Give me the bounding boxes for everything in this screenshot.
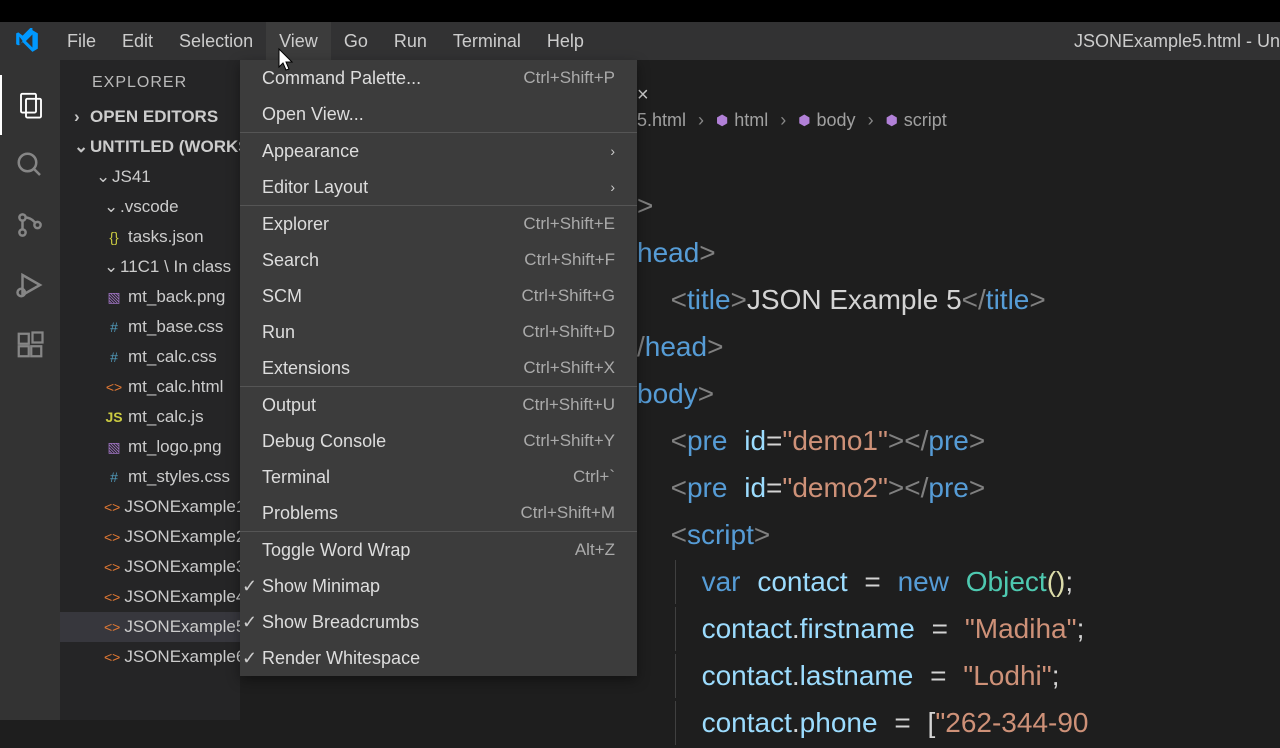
run-debug-icon[interactable] — [0, 255, 60, 315]
menu-terminal[interactable]: Terminal — [440, 22, 534, 60]
breadcrumb[interactable]: 5.html› ⬢html› ⬢body› ⬢script — [637, 60, 1280, 120]
menu-item-word-wrap[interactable]: Toggle Word WrapAlt+Z — [240, 532, 637, 568]
explorer-sidebar: EXPLORER ›OPEN EDITORS ⌄UNTITLED (WORKSP… — [60, 60, 240, 720]
extensions-icon[interactable] — [0, 315, 60, 375]
activity-bar — [0, 60, 60, 720]
menu-item-whitespace[interactable]: ✓Render Whitespace — [240, 640, 637, 676]
menu-go[interactable]: Go — [331, 22, 381, 60]
file-row[interactable]: #mt_styles.css — [60, 462, 240, 492]
menu-item-search[interactable]: SearchCtrl+Shift+F — [240, 242, 637, 278]
open-editors-section[interactable]: ›OPEN EDITORS — [60, 102, 240, 132]
file-row[interactable]: ▧mt_logo.png — [60, 432, 240, 462]
file-row[interactable]: <>JSONExample3 — [60, 552, 240, 582]
file-row[interactable]: ▧mt_back.png — [60, 282, 240, 312]
file-row[interactable]: #mt_calc.css — [60, 342, 240, 372]
file-row[interactable]: <>JSONExample5 — [60, 612, 240, 642]
menu-item-appearance[interactable]: Appearance› — [240, 133, 637, 169]
menu-file[interactable]: File — [54, 22, 109, 60]
source-control-icon[interactable] — [0, 195, 60, 255]
files-icon[interactable] — [0, 75, 60, 135]
folder-row[interactable]: ⌄11C1 \ In class — [60, 252, 240, 282]
menu-item-debug-console[interactable]: Debug ConsoleCtrl+Shift+Y — [240, 423, 637, 459]
view-menu-dropdown: Command Palette...Ctrl+Shift+P Open View… — [240, 60, 637, 676]
folder-row[interactable]: ⌄JS41 — [60, 162, 240, 192]
editor-area: × 5.html› ⬢html› ⬢body› ⬢script > head> … — [637, 60, 1280, 720]
window-title: JSONExample5.html - Un — [1074, 31, 1280, 52]
file-row[interactable]: JSmt_calc.js — [60, 402, 240, 432]
menu-bar: File Edit Selection View Go Run Terminal… — [0, 22, 1280, 60]
menu-item-output[interactable]: OutputCtrl+Shift+U — [240, 387, 637, 423]
menu-selection[interactable]: Selection — [166, 22, 266, 60]
menu-run[interactable]: Run — [381, 22, 440, 60]
file-row[interactable]: <>JSONExample2 — [60, 522, 240, 552]
file-row[interactable]: <>JSONExample4 — [60, 582, 240, 612]
menu-item-run[interactable]: RunCtrl+Shift+D — [240, 314, 637, 350]
menu-item-explorer[interactable]: ExplorerCtrl+Shift+E — [240, 206, 637, 242]
menu-edit[interactable]: Edit — [109, 22, 166, 60]
menu-item-minimap[interactable]: ✓Show Minimap — [240, 568, 637, 604]
search-icon[interactable] — [0, 135, 60, 195]
menu-view[interactable]: View — [266, 22, 331, 60]
file-row[interactable]: <>mt_calc.html — [60, 372, 240, 402]
menu-item-problems[interactable]: ProblemsCtrl+Shift+M — [240, 495, 637, 531]
menu-item-scm[interactable]: SCMCtrl+Shift+G — [240, 278, 637, 314]
menu-item-terminal[interactable]: TerminalCtrl+` — [240, 459, 637, 495]
vscode-logo — [0, 28, 54, 54]
sidebar-title: EXPLORER — [60, 60, 240, 102]
file-row[interactable]: #mt_base.css — [60, 312, 240, 342]
folder-row[interactable]: ⌄.vscode — [60, 192, 240, 222]
code-editor[interactable]: > head> <title>JSON Example 5</title> /h… — [637, 120, 1280, 748]
file-row[interactable]: {}tasks.json — [60, 222, 240, 252]
file-row[interactable]: <>JSONExample6 — [60, 642, 240, 672]
mouse-cursor-icon — [278, 48, 296, 77]
menu-item-extensions[interactable]: ExtensionsCtrl+Shift+X — [240, 350, 637, 386]
menu-help[interactable]: Help — [534, 22, 597, 60]
menu-item-command-palette[interactable]: Command Palette...Ctrl+Shift+P — [240, 60, 637, 96]
close-icon[interactable]: × — [637, 84, 649, 107]
file-row[interactable]: <>JSONExample1 — [60, 492, 240, 522]
menu-item-open-view[interactable]: Open View... — [240, 96, 637, 132]
menu-item-breadcrumbs[interactable]: ✓Show Breadcrumbs — [240, 604, 637, 640]
menu-item-editor-layout[interactable]: Editor Layout› — [240, 169, 637, 205]
workspace-section[interactable]: ⌄UNTITLED (WORKSP — [60, 132, 240, 162]
